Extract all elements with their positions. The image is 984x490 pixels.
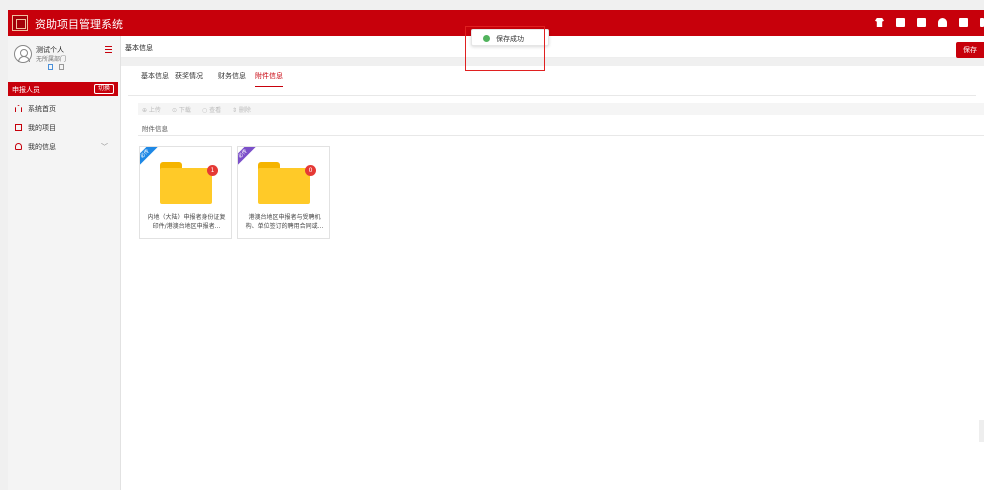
folder-body [258,168,310,204]
chat-icon[interactable] [917,18,926,27]
top-icon-group [863,18,984,27]
tab-awards[interactable]: 获奖情况 [175,65,203,87]
breadcrumb-bar: 基本信息 保存 [121,36,984,58]
home-icon [15,105,22,112]
section-title: 附件信息 [142,125,168,133]
attachment-title: 港澳台地区申报者与受聘机构、单位签订的聘用合同或... [245,214,324,230]
sidebar-item-projects[interactable]: 我的项目 [8,121,118,135]
sidebar-item-label: 我的信息 [28,143,56,151]
attachment-title: 内地（大陆）申报者身份证复印件/港澳台地区申报者... [147,214,226,230]
delete-button[interactable]: ⇕ 删除 [232,105,251,114]
count-badge: 0 [305,165,316,176]
folder-icon: 1 [160,162,218,204]
attachment-toolbar: ⊕ 上传 ⊙ 下载 ○ 查看 ⇕ 删除 [138,103,984,115]
main-content [121,66,976,490]
tab-attachments[interactable]: 附件信息 [255,65,283,87]
highlight-annotation [465,26,545,71]
section-divider [138,135,984,136]
role-bar: 申报人员 切换 [8,82,118,96]
download-button[interactable]: ⊙ 下载 [172,105,191,114]
scrollbar[interactable] [979,420,984,442]
tab-basic-info[interactable]: 基本信息 [141,65,169,87]
bell-icon[interactable] [938,18,947,27]
content-gap [121,58,984,66]
attachment-card[interactable]: 必传 0 港澳台地区申报者与受聘机构、单位签订的聘用合同或... [237,146,330,239]
required-ribbon: 必传 [140,147,160,169]
user-department: 无所属部门 [36,56,67,63]
breadcrumb: 基本信息 [125,44,153,52]
role-label: 申报人员 [12,86,40,94]
phone-icon[interactable] [48,64,53,70]
switch-role-button[interactable]: 切换 [93,84,114,94]
sidebar-item-home[interactable]: 系统首页 [8,102,118,116]
required-ribbon: 必传 [238,147,258,169]
sidebar-item-my-info[interactable]: 我的信息 ﹀ [8,140,118,154]
help-icon[interactable] [959,18,968,27]
plus-square-icon[interactable] [896,18,905,27]
user-icon [15,143,22,150]
folder-icon [15,124,22,131]
tab-finance[interactable]: 财务信息 [218,65,246,87]
app-title: 资助项目管理系统 [35,18,123,31]
chevron-down-icon: ﹀ [101,143,108,151]
tshirt-icon[interactable] [875,18,884,27]
view-button[interactable]: ○ 查看 [202,105,221,114]
upload-button[interactable]: ⊕ 上传 [142,105,161,114]
sidebar-item-label: 系统首页 [28,105,56,113]
seal-logo-icon [12,15,28,31]
menu-toggle-icon[interactable] [105,46,112,53]
tab-divider [128,95,976,96]
count-badge: 1 [207,165,218,176]
exit-icon[interactable] [980,18,984,27]
folder-icon: 0 [258,162,316,204]
folder-body [160,168,212,204]
attachment-card[interactable]: 必传 1 内地（大陆）申报者身份证复印件/港澳台地区申报者... [139,146,232,239]
user-mini-icons [48,64,64,70]
save-button[interactable]: 保存 [956,42,984,58]
sidebar-item-label: 我的项目 [28,124,56,132]
list-icon[interactable] [59,64,64,70]
sidebar: 测试个人 无所属部门 申报人员 切换 系统首页 我的项目 我的信息 ﹀ [8,36,121,490]
avatar[interactable] [14,45,32,63]
